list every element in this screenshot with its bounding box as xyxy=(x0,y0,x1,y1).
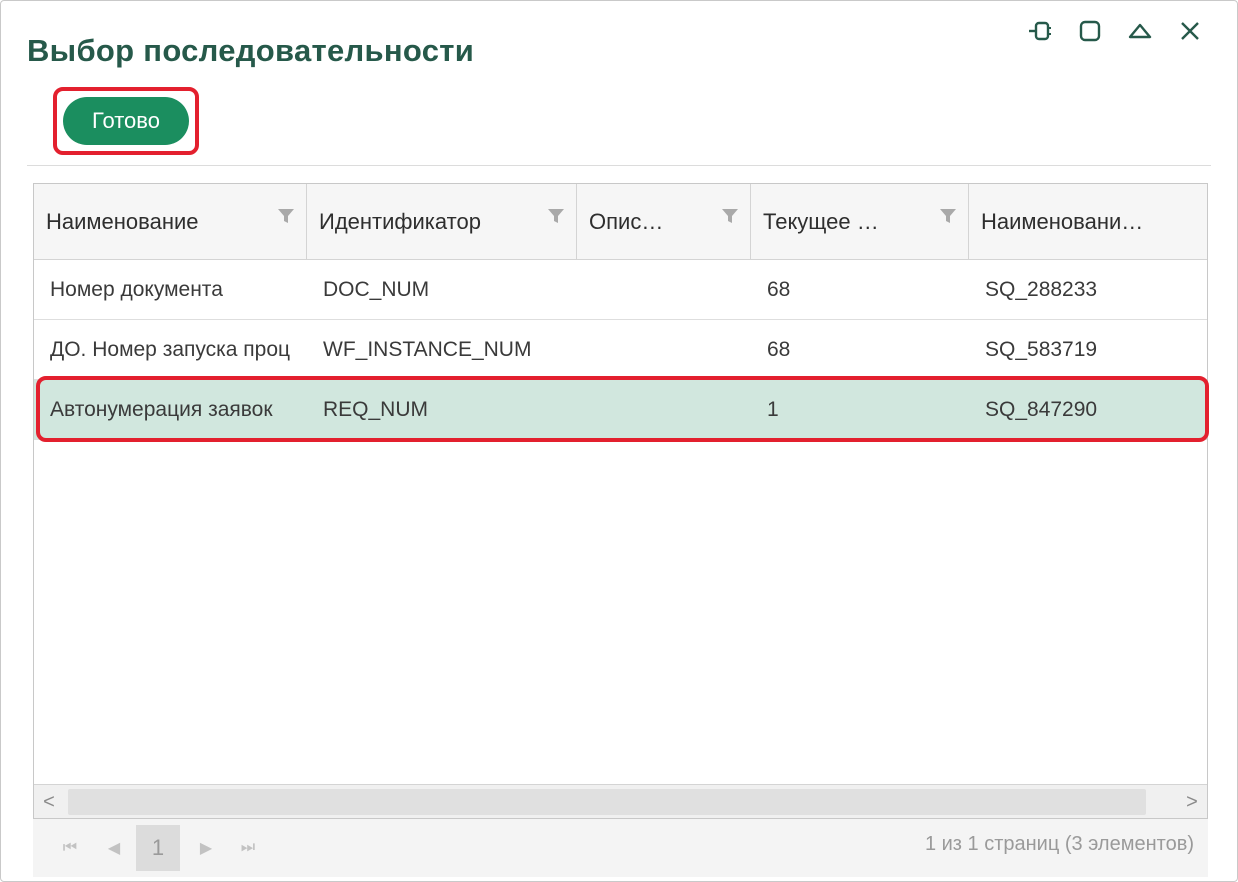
scrollbar-thumb[interactable] xyxy=(68,789,1146,815)
collapse-icon[interactable] xyxy=(1115,17,1165,45)
done-button-highlight: Готово xyxy=(53,87,199,155)
cell-name: Автонумерация заявок xyxy=(50,398,273,421)
pager: ⏮ ◀ 1 ▶ ⏭ 1 из 1 страниц (3 элементов) xyxy=(33,819,1208,877)
cell-sequence-name: SQ_847290 xyxy=(985,398,1098,421)
filter-icon[interactable] xyxy=(720,206,740,226)
column-header-label: Опис… xyxy=(589,209,664,234)
column-header-identifier[interactable]: Идентификатор xyxy=(307,184,577,260)
cell-current-value: 68 xyxy=(767,278,791,301)
first-page-icon[interactable]: ⏮ xyxy=(59,837,81,859)
cell-identifier: WF_INSTANCE_NUM xyxy=(323,338,532,361)
column-header-label: Наименование xyxy=(46,209,199,234)
table-row[interactable]: ДО. Номер запуска проц WF_INSTANCE_NUM 6… xyxy=(34,320,1207,380)
sequence-grid: Наименование Идентификатор Опис… Текущее… xyxy=(33,183,1208,819)
filter-icon[interactable] xyxy=(546,206,566,226)
page-number-button[interactable]: 1 xyxy=(136,825,180,871)
toolbar-divider xyxy=(27,165,1211,166)
cell-identifier: REQ_NUM xyxy=(323,398,429,421)
cell-sequence-name: SQ_583719 xyxy=(985,338,1098,361)
next-page-icon[interactable]: ▶ xyxy=(195,837,217,859)
scroll-right-icon[interactable]: > xyxy=(1177,785,1207,818)
column-header-label: Текущее … xyxy=(763,209,879,234)
column-header-current-value[interactable]: Текущее … xyxy=(751,184,969,260)
close-icon[interactable] xyxy=(1165,17,1215,45)
column-header-label: Идентификатор xyxy=(319,209,481,234)
maximize-icon[interactable] xyxy=(1065,17,1115,45)
filter-icon[interactable] xyxy=(938,206,958,226)
table-row-selected[interactable]: Автонумерация заявок REQ_NUM 1 SQ_847290 xyxy=(34,380,1207,440)
cell-description xyxy=(577,380,751,440)
scroll-left-icon[interactable]: < xyxy=(34,785,64,818)
done-button[interactable]: Готово xyxy=(63,97,189,145)
window-controls xyxy=(1015,17,1215,45)
table-row[interactable]: Номер документа DOC_NUM 68 SQ_288233 xyxy=(34,260,1207,320)
grid-header: Наименование Идентификатор Опис… Текущее… xyxy=(34,184,1207,260)
sequence-picker-dialog: Выбор последовательности Готово Наименов… xyxy=(0,0,1238,882)
column-header-label: Наименовани… xyxy=(981,209,1144,234)
cell-sequence-name: SQ_288233 xyxy=(985,278,1098,301)
cell-description xyxy=(577,320,751,380)
column-header-name[interactable]: Наименование xyxy=(34,184,307,260)
pager-summary: 1 из 1 страниц (3 элементов) xyxy=(924,833,1194,855)
filter-icon[interactable] xyxy=(276,206,296,226)
cell-name: ДО. Номер запуска проц xyxy=(50,338,291,361)
cell-description xyxy=(577,260,751,320)
column-header-sequence-name[interactable]: Наименовани… xyxy=(969,184,1207,260)
cell-current-value: 1 xyxy=(767,398,779,421)
cell-identifier: DOC_NUM xyxy=(323,278,430,301)
cell-name: Номер документа xyxy=(50,278,223,301)
column-header-description[interactable]: Опис… xyxy=(577,184,751,260)
horizontal-scrollbar[interactable]: < > xyxy=(34,784,1207,818)
cell-current-value: 68 xyxy=(767,338,791,361)
pin-icon[interactable] xyxy=(1015,17,1065,45)
dialog-title: Выбор последовательности xyxy=(27,33,475,68)
prev-page-icon[interactable]: ◀ xyxy=(103,837,125,859)
last-page-icon[interactable]: ⏭ xyxy=(237,837,259,859)
